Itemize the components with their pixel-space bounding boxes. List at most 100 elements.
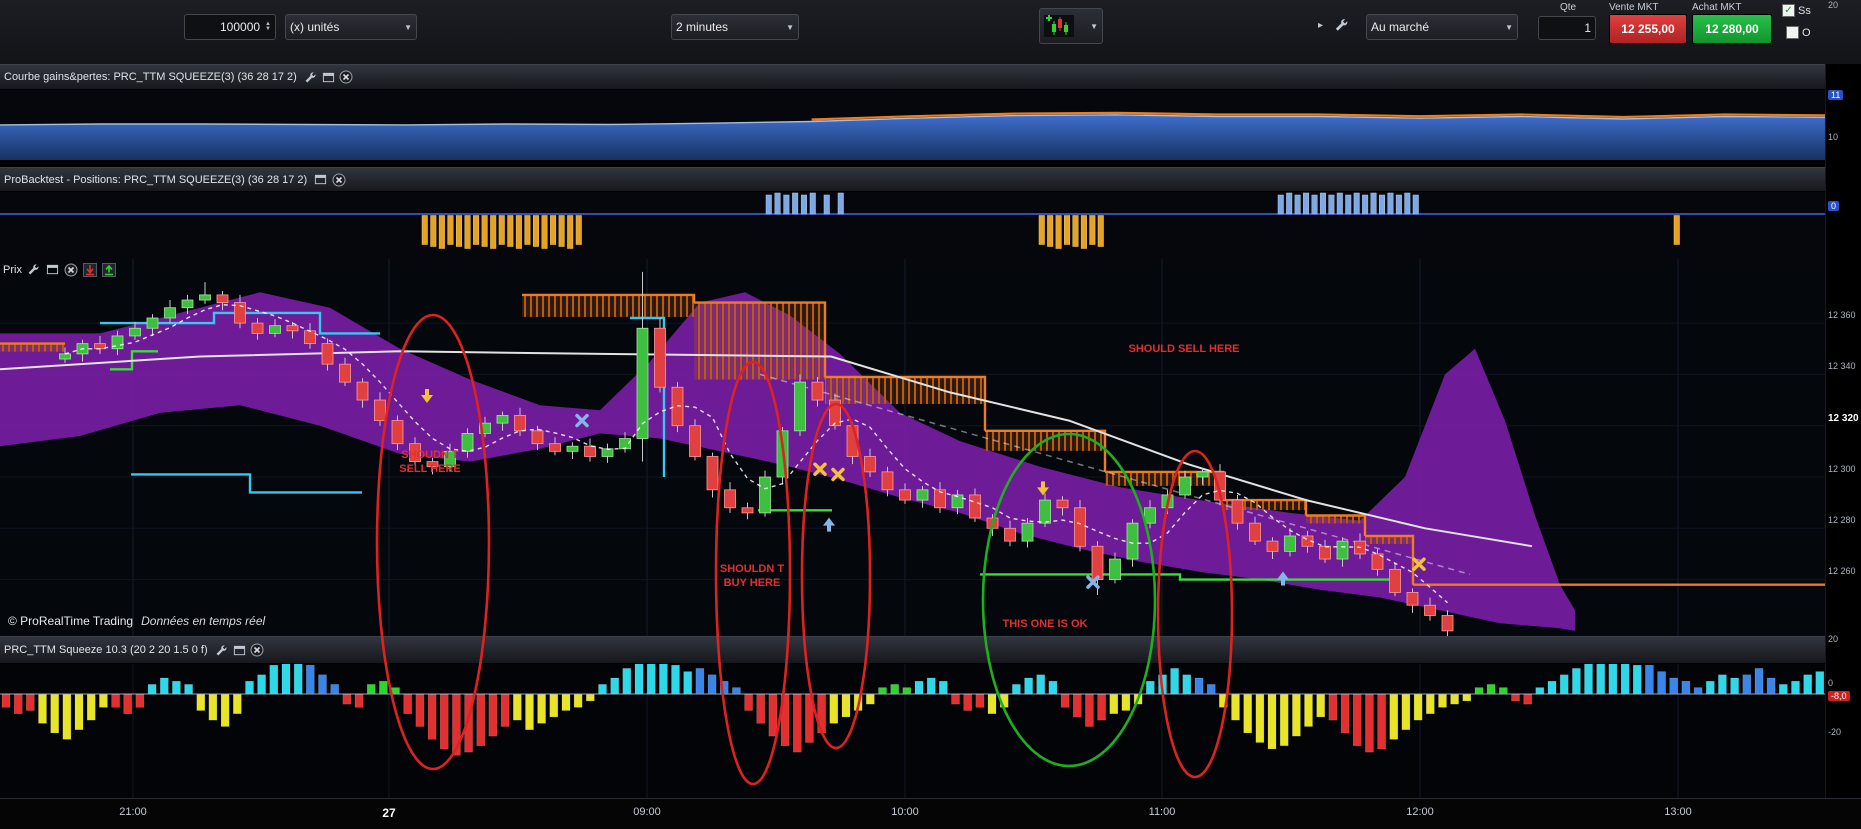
order-type-label: Au marché — [1371, 20, 1430, 34]
window-icon — [322, 72, 334, 82]
chart-type-button[interactable]: ▼ — [1039, 8, 1103, 44]
time-axis-label: 27 — [382, 806, 396, 820]
panel-divider — [0, 160, 1826, 167]
buy-price: 12 280,00 — [1705, 22, 1759, 36]
panel-settings-button[interactable] — [26, 262, 41, 277]
panel-window-button[interactable] — [313, 172, 328, 187]
axis-value-label: 0 — [1828, 201, 1840, 211]
price-panel-title: Prix — [3, 263, 22, 276]
buy-market-button[interactable]: 12 280,00 — [1692, 14, 1772, 44]
sell-market-button[interactable]: 12 255,00 — [1609, 14, 1687, 44]
spinner-down-icon[interactable]: ▼ — [265, 26, 271, 32]
wrench-icon — [305, 71, 316, 82]
axis-value-label: 11 — [1828, 90, 1844, 100]
candle-chart-icon — [1044, 15, 1074, 37]
panel-close-button[interactable] — [331, 172, 346, 187]
axis-value-label: -20 — [1828, 727, 1842, 737]
qty-column-label: Qte — [1560, 2, 1577, 13]
time-axis-label: 21:00 — [119, 806, 147, 818]
chevron-down-icon: ▼ — [786, 22, 794, 32]
time-axis-label: 11:00 — [1148, 806, 1176, 818]
equity-panel-title: Courbe gains&pertes: PRC_TTM SQUEEZE(3) … — [4, 71, 297, 83]
axis-value-label: -8,0 — [1828, 691, 1850, 701]
timeframe-select[interactable]: 2 minutes ▼ — [671, 14, 799, 40]
positions-panel-title: ProBacktest - Positions: PRC_TTM SQUEEZE… — [4, 173, 308, 186]
brand-text: © ProRealTime Trading — [8, 614, 134, 628]
window-icon — [46, 264, 59, 275]
checkbox-empty-icon[interactable]: ✓ — [1786, 26, 1799, 39]
close-icon — [64, 263, 78, 276]
sell-order-button[interactable] — [83, 262, 98, 277]
ss-label: Ss — [1798, 4, 1811, 17]
axis-value-label: 12 300 — [1828, 464, 1856, 474]
panel-window-button[interactable] — [232, 643, 247, 658]
price-chart[interactable]: Prix © ProRealTime Trading Données en tem… — [0, 259, 1826, 636]
axis-value-label: 20 — [1828, 634, 1839, 644]
order-qty-value: 1 — [1584, 21, 1591, 35]
squeeze-panel-header[interactable]: PRC_TTM Squeeze 10.3 (20 2 20 1.5 0 f) — [0, 636, 1826, 664]
download-icon — [83, 262, 98, 277]
panel-settings-button[interactable] — [214, 643, 229, 658]
close-icon — [339, 70, 353, 84]
close-icon — [250, 643, 264, 657]
panel-settings-button[interactable] — [303, 70, 318, 85]
wrench-icon — [28, 264, 39, 275]
panel-window-button[interactable] — [321, 70, 336, 85]
sell-mkt-label: Vente MKT — [1609, 2, 1659, 13]
checkbox-checked-icon[interactable]: ✓ — [1782, 4, 1795, 17]
time-axis-label: 12:00 — [1406, 806, 1434, 818]
price-panel-toolbar: Prix — [3, 262, 117, 277]
upload-icon — [102, 262, 117, 277]
quantity-spinner[interactable]: ▲ ▼ — [265, 21, 271, 32]
equity-panel-header[interactable]: Courbe gains&pertes: PRC_TTM SQUEEZE(3) … — [0, 64, 1826, 90]
axis-value-label: 0 — [1828, 678, 1834, 688]
positions-panel-header[interactable]: ProBacktest - Positions: PRC_TTM SQUEEZE… — [0, 167, 1826, 192]
buy-order-button[interactable] — [102, 262, 117, 277]
time-axis-label: 09:00 — [633, 806, 661, 818]
axis-value-label: 20 — [1828, 0, 1839, 10]
quantity-value: 100000 — [220, 20, 261, 34]
copyright-notice: © ProRealTime Trading Données en temps ré… — [8, 614, 265, 628]
panel-close-button[interactable] — [339, 70, 354, 85]
realtime-data-text: Données en temps réel — [141, 614, 266, 628]
stop-checkbox[interactable]: ✓ Ss — [1782, 4, 1811, 17]
price-scale-column[interactable]: 20 11 10 0 12 360 12 340 12 320 12 300 12 280 12 … — [1825, 0, 1861, 798]
objective-checkbox[interactable]: ✓ O — [1786, 26, 1811, 39]
trading-workspace: 100000 ▲ ▼ (x) unités ▼ 2 minutes ▼ ▼ ▸ — [0, 0, 1861, 829]
quantity-unit-label: (x) unités — [290, 20, 340, 34]
equity-chart[interactable] — [0, 90, 1826, 160]
panel-close-button[interactable] — [250, 643, 265, 658]
axis-value-label: 12 260 — [1828, 566, 1856, 576]
quantity-stepper[interactable]: 100000 ▲ ▼ — [184, 14, 276, 40]
time-axis[interactable]: 21:00 27 09:00 10:00 11:00 12:00 13:00 — [0, 798, 1861, 829]
wrench-icon — [1335, 18, 1348, 31]
close-icon — [332, 173, 346, 186]
axis-value-label: 12 340 — [1828, 361, 1856, 371]
order-qty-input[interactable]: 1 — [1538, 16, 1596, 40]
quantity-unit-select[interactable]: (x) unités ▼ — [285, 14, 417, 40]
squeeze-panel-title: PRC_TTM Squeeze 10.3 (20 2 20 1.5 0 f) — [4, 644, 208, 656]
expand-right-icon[interactable]: ▸ — [1318, 20, 1323, 31]
window-icon — [315, 174, 327, 185]
window-icon — [233, 645, 245, 655]
chevron-down-icon: ▼ — [1090, 21, 1098, 31]
panel-close-button[interactable] — [64, 262, 79, 277]
axis-value-label: 10 — [1828, 132, 1839, 142]
order-settings-button[interactable] — [1334, 17, 1349, 32]
buy-mkt-label: Achat MKT — [1692, 2, 1742, 13]
o-label: O — [1802, 26, 1811, 39]
top-toolbar: 100000 ▲ ▼ (x) unités ▼ 2 minutes ▼ ▼ ▸ — [0, 0, 1861, 65]
squeeze-chart[interactable] — [0, 664, 1826, 798]
axis-value-label: 12 320 — [1828, 413, 1859, 424]
wrench-icon — [216, 644, 227, 655]
positions-chart[interactable] — [0, 192, 1826, 259]
time-axis-label: 13:00 — [1664, 806, 1692, 818]
order-type-select[interactable]: Au marché ▼ — [1366, 14, 1518, 40]
chevron-down-icon: ▼ — [404, 22, 412, 32]
panel-window-button[interactable] — [45, 262, 60, 277]
time-axis-label: 10:00 — [891, 806, 919, 818]
chevron-down-icon: ▼ — [1505, 22, 1513, 32]
axis-value-label: 12 360 — [1828, 310, 1856, 320]
axis-value-label: 12 280 — [1828, 515, 1856, 525]
timeframe-label: 2 minutes — [676, 20, 729, 34]
